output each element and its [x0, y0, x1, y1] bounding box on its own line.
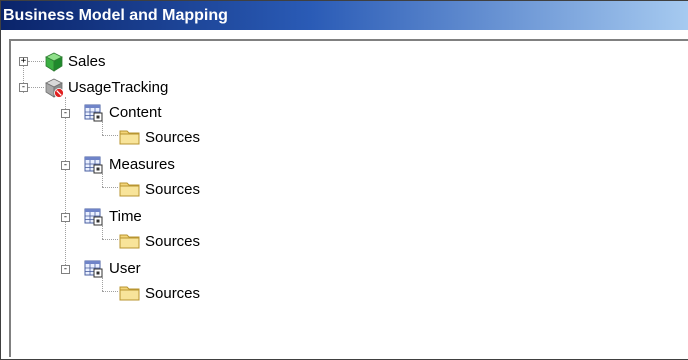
tree-item-label: Sources	[145, 285, 201, 302]
tree-item-label: User	[109, 260, 141, 277]
logical-table-icon	[84, 104, 103, 122]
tree-item-label: Time	[109, 208, 142, 225]
logical-table-icon	[84, 260, 103, 278]
tree-item-label: Content	[109, 104, 162, 121]
tree-item-sources[interactable]: Sources	[11, 179, 231, 203]
expand-icon[interactable]: +	[19, 57, 28, 66]
collapse-icon[interactable]: -	[61, 109, 70, 118]
logical-table-icon	[84, 208, 103, 226]
tree-item-usagetracking[interactable]: - UsageTracking	[11, 77, 231, 101]
gray-cube-error-icon	[45, 78, 64, 98]
tree-item-label: Sources	[145, 129, 201, 146]
tree-item-label: UsageTracking	[68, 79, 169, 96]
green-cube-icon	[45, 52, 63, 72]
tree-item-sources[interactable]: Sources	[11, 283, 231, 307]
tree-item-time[interactable]: - Time	[11, 207, 231, 231]
tree-item-label: Sources	[145, 181, 201, 198]
tree-item-label: Sources	[145, 233, 201, 250]
folder-icon	[119, 130, 140, 145]
tree-item-measures[interactable]: - Measures	[11, 155, 231, 179]
tree-item-sources[interactable]: Sources	[11, 127, 231, 151]
tree-item-user[interactable]: - User	[11, 259, 231, 283]
folder-icon	[119, 234, 140, 249]
folder-icon	[119, 286, 140, 301]
business-model-window: Business Model and Mapping + Sales - Usa…	[0, 0, 688, 360]
folder-icon	[119, 182, 140, 197]
collapse-icon[interactable]: -	[19, 83, 28, 92]
collapse-icon[interactable]: -	[61, 213, 70, 222]
tree-item-sales[interactable]: + Sales	[11, 51, 191, 75]
collapse-icon[interactable]: -	[61, 265, 70, 274]
tree-item-label: Measures	[109, 156, 175, 173]
tree-panel[interactable]: + Sales - UsageTracking - Content Source…	[9, 39, 688, 357]
tree-item-content[interactable]: - Content	[11, 103, 231, 127]
logical-table-icon	[84, 156, 103, 174]
tree-item-label: Sales	[68, 53, 106, 70]
collapse-icon[interactable]: -	[61, 161, 70, 170]
window-title: Business Model and Mapping	[1, 1, 688, 30]
tree-item-sources[interactable]: Sources	[11, 231, 231, 255]
